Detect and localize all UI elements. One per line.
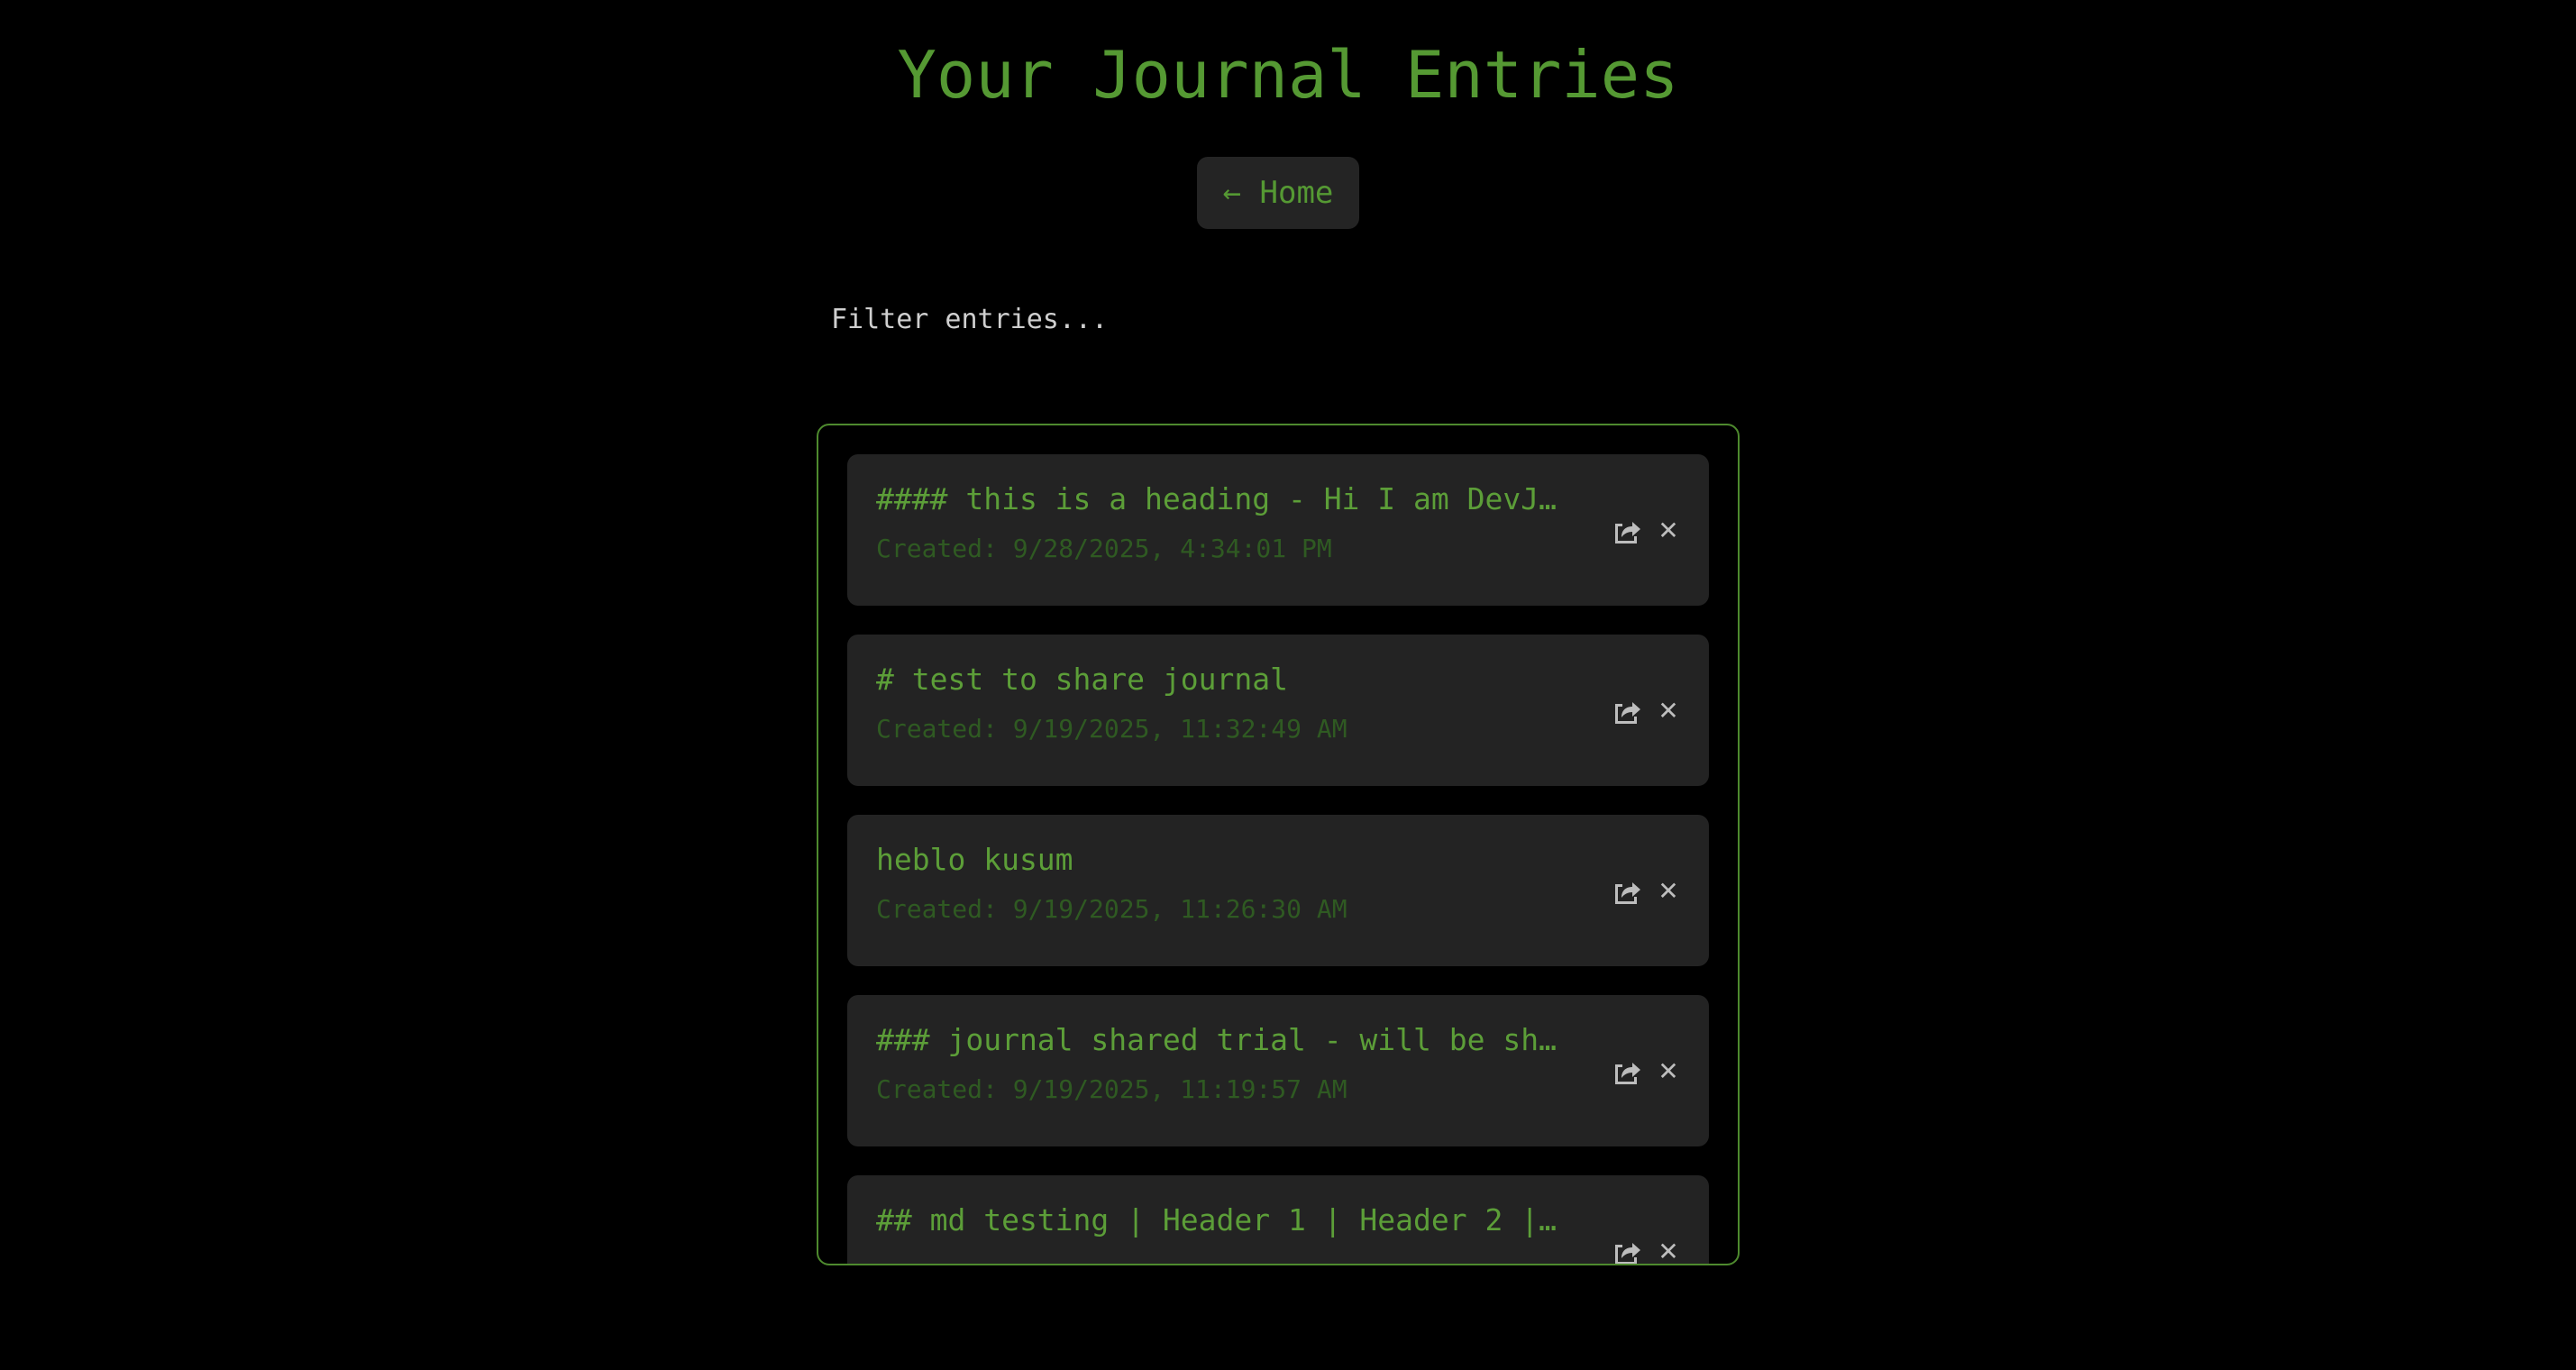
entry-actions: ✕ <box>1610 1234 1682 1265</box>
entry-actions: ✕ <box>1610 873 1682 908</box>
share-icon[interactable] <box>1610 513 1644 547</box>
entry-card[interactable]: ## md testing | Header 1 | Header 2 | |-… <box>847 1175 1709 1265</box>
close-icon[interactable]: ✕ <box>1655 1056 1682 1086</box>
share-icon[interactable] <box>1610 873 1644 908</box>
entry-card[interactable]: # test to share journal Created: 9/19/20… <box>847 635 1709 786</box>
entry-actions: ✕ <box>1610 1054 1682 1088</box>
entry-title: ## md testing | Header 1 | Header 2 | |-… <box>876 1202 1570 1238</box>
home-button[interactable]: ← Home <box>1197 157 1359 229</box>
close-icon[interactable]: ✕ <box>1655 1237 1682 1265</box>
close-icon[interactable]: ✕ <box>1655 696 1682 726</box>
entries-panel[interactable]: #### this is a heading - Hi I am DevJour… <box>817 424 1740 1265</box>
share-icon[interactable] <box>1610 1234 1644 1264</box>
share-icon[interactable] <box>1610 693 1644 727</box>
entry-card[interactable]: heblo kusum Created: 9/19/2025, 11:26:30… <box>847 815 1709 966</box>
entry-created-date: Created: 9/19/2025, 11:32:49 AM <box>876 714 1347 744</box>
journal-entries-page: Your Journal Entries ← Home #### this is… <box>0 0 2576 1370</box>
filter-input[interactable] <box>817 290 1740 348</box>
entry-card[interactable]: ### journal shared trial - will be share… <box>847 995 1709 1146</box>
entry-created-date: Created: 9/19/2025, 11:19:57 AM <box>876 1074 1347 1104</box>
page-title: Your Journal Entries <box>897 37 1679 113</box>
entry-title: #### this is a heading - Hi I am DevJour… <box>876 481 1570 516</box>
entry-actions: ✕ <box>1610 693 1682 727</box>
entry-created-date: Created: 9/19/2025, 11:26:30 AM <box>876 894 1347 924</box>
entry-created-date: Created: 9/28/2025, 4:34:01 PM <box>876 534 1332 563</box>
close-icon[interactable]: ✕ <box>1655 516 1682 545</box>
share-icon[interactable] <box>1610 1054 1644 1088</box>
close-icon[interactable]: ✕ <box>1655 876 1682 906</box>
entry-title: heblo kusum <box>876 842 1073 877</box>
entry-title: ### journal shared trial - will be share… <box>876 1022 1570 1057</box>
entries-list: #### this is a heading - Hi I am DevJour… <box>847 454 1709 1265</box>
entry-title: # test to share journal <box>876 662 1288 697</box>
entry-card[interactable]: #### this is a heading - Hi I am DevJour… <box>847 454 1709 606</box>
entry-actions: ✕ <box>1610 513 1682 547</box>
